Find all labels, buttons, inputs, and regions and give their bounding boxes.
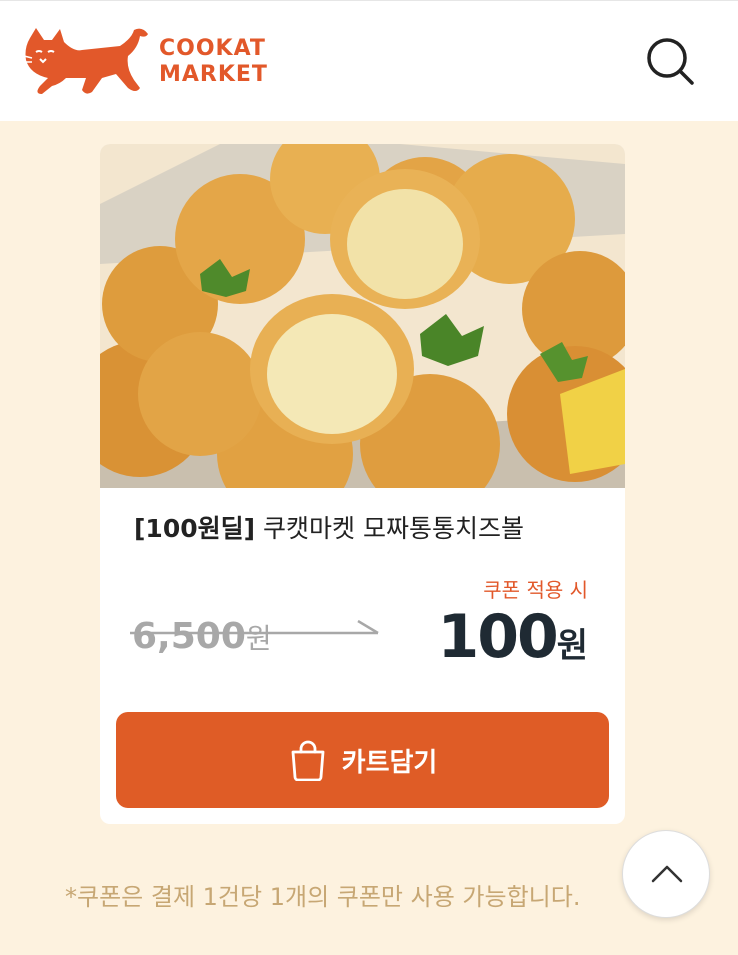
- coupon-notice: *쿠폰은 결제 1건당 1개의 쿠폰만 사용 가능합니다.: [65, 883, 581, 911]
- scroll-top-button[interactable]: [622, 830, 710, 918]
- coupon-label: 쿠폰 적용 시: [483, 578, 588, 602]
- sale-price: 100원: [437, 602, 588, 672]
- logo-line-2: MARKET: [159, 62, 268, 87]
- chevron-up-icon: [651, 865, 683, 883]
- sale-price-value: 100: [437, 602, 558, 672]
- logo[interactable]: COOKAT MARKET: [22, 28, 282, 98]
- deal-tag: [100원딜]: [134, 514, 256, 543]
- add-to-cart-label: 카트담기: [341, 747, 438, 778]
- app-header: COOKAT MARKET: [0, 0, 738, 121]
- shopping-bag-icon: [291, 740, 325, 781]
- search-button[interactable]: [640, 31, 700, 91]
- sale-price-unit: 원: [556, 626, 588, 666]
- search-icon: [647, 38, 694, 85]
- add-to-cart-button[interactable]: 카트담기: [116, 712, 609, 808]
- logo-wordmark: COOKAT MARKET: [159, 36, 289, 88]
- price-strike-arrow-icon: [130, 620, 379, 635]
- product-name: 쿠캣마켓 모짜통통치즈볼: [263, 514, 524, 543]
- product-title[interactable]: [100원딜] 쿠캣마켓 모짜통통치즈볼: [134, 509, 604, 545]
- product-card[interactable]: [100원딜] 쿠캣마켓 모짜통통치즈볼 쿠폰 적용 시 6,500원 100원…: [100, 144, 625, 824]
- product-image[interactable]: [100, 144, 625, 488]
- logo-line-1: COOKAT: [159, 36, 266, 61]
- cat-logo-icon: [23, 28, 148, 94]
